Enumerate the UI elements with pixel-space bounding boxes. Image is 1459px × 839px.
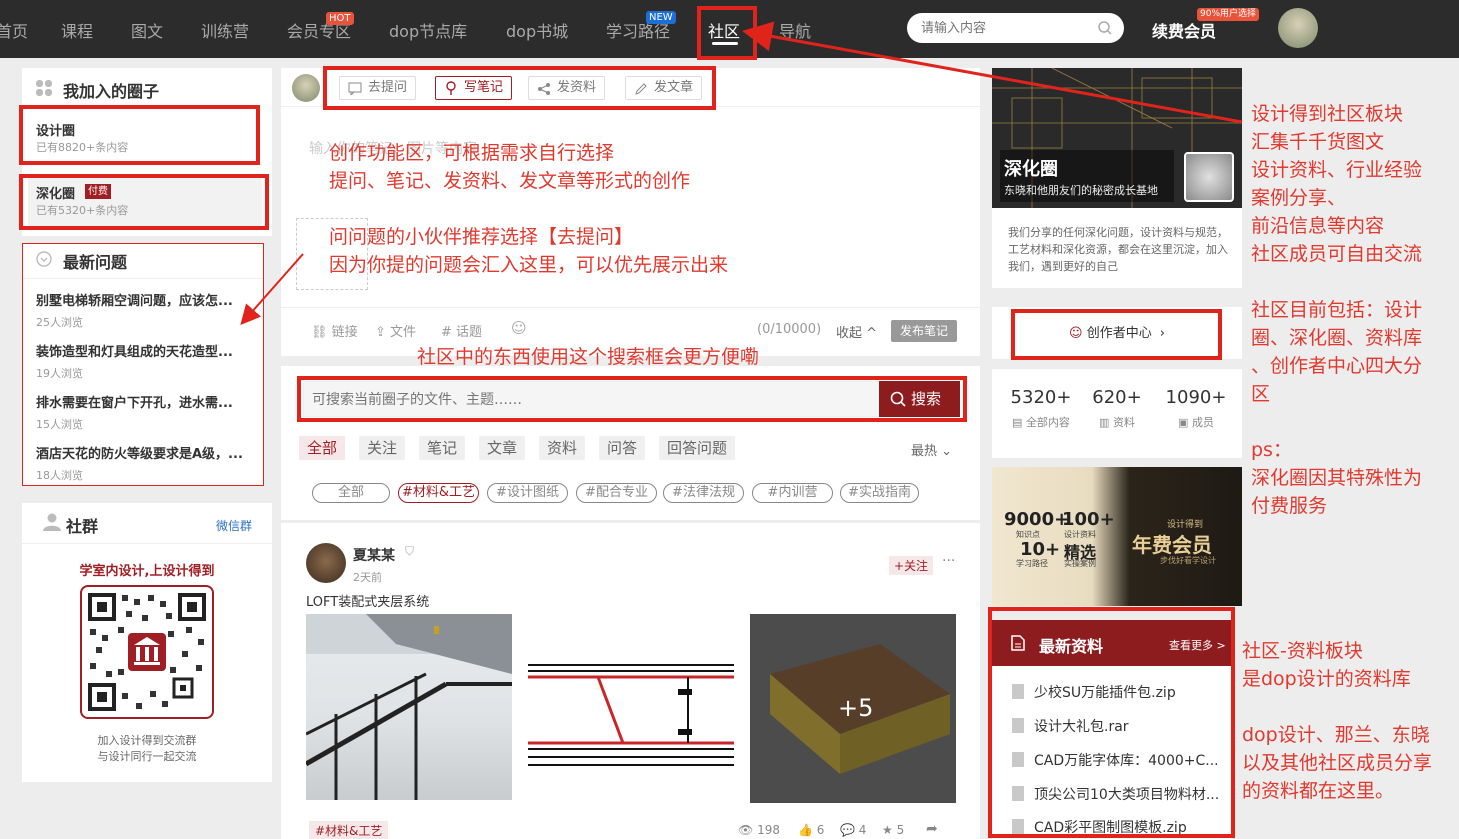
annotation-line: 汇集千千货图文: [1251, 131, 1385, 153]
annotation-line: 创作功能区，可根据需求自行选择: [329, 142, 615, 164]
annotation-line: 社区成员可自由交流: [1251, 243, 1423, 265]
annotation-right-ps: ps： 深化圈因其特殊性为 付费服务: [1251, 436, 1422, 520]
annotation-line: dop设计、那兰、东晓: [1242, 724, 1430, 746]
annotation-line: 、创作者中心四大分: [1251, 355, 1423, 377]
annotation-ask: 问问题的小伙伴推荐选择【去提问】 因为你提的问题会汇入这里，可以优先展示出来: [329, 223, 728, 279]
annotation-line: 以及其他社区成员分享: [1242, 752, 1433, 774]
annotation-line: 问问题的小伙伴推荐选择【去提问】: [329, 226, 634, 248]
annotation-line: ps：: [1251, 439, 1292, 461]
annotation-line: 付费服务: [1251, 495, 1328, 517]
annotation-line: 深化圈因其特殊性为: [1251, 467, 1423, 489]
annotation-right-resources: 社区-资料板块 是dop设计的资料库 dop设计、那兰、东晓 以及其他社区成员分…: [1242, 637, 1432, 805]
annotation-line: 提问、笔记、发资料、发文章等形式的创作: [329, 170, 691, 192]
annotation-right-top: 设计得到社区板块 汇集千千货图文 设计资料、行业经验 案例分享、 前沿信息等内容…: [1251, 100, 1422, 268]
arrow-to-questions: [240, 253, 304, 325]
annotation-line: 案例分享、: [1251, 187, 1347, 209]
annotation-create: 创作功能区，可根据需求自行选择 提问、笔记、发资料、发文章等形式的创作: [329, 139, 690, 195]
annotation-line: 区: [1251, 383, 1271, 405]
annotation-line: 的资料都在这里。: [1242, 780, 1395, 802]
arrow-to-community: [742, 21, 1243, 124]
annotation-line: 设计得到社区板块: [1251, 103, 1404, 125]
annotation-right-mid: 社区目前包括：设计 圈、深化圈、资料库 、创作者中心四大分 区: [1251, 296, 1422, 408]
annotation-search: 社区中的东西使用这个搜索框会更方便嘞: [417, 346, 760, 368]
annotation-line: 社区目前包括：设计: [1251, 299, 1423, 321]
annotation-line: 社区-资料板块: [1242, 640, 1363, 662]
annotation-line: 圈、深化圈、资料库: [1251, 327, 1423, 349]
annotation-line: 是dop设计的资料库: [1242, 668, 1411, 690]
annotation-spacer: [1242, 693, 1432, 721]
annotation-line: 设计资料、行业经验: [1251, 159, 1423, 181]
annotation-line: 前沿信息等内容: [1251, 215, 1385, 237]
annotation-arrows: [240, 21, 1243, 325]
annotation-line: 因为你提的问题会汇入这里，可以优先展示出来: [329, 254, 729, 276]
